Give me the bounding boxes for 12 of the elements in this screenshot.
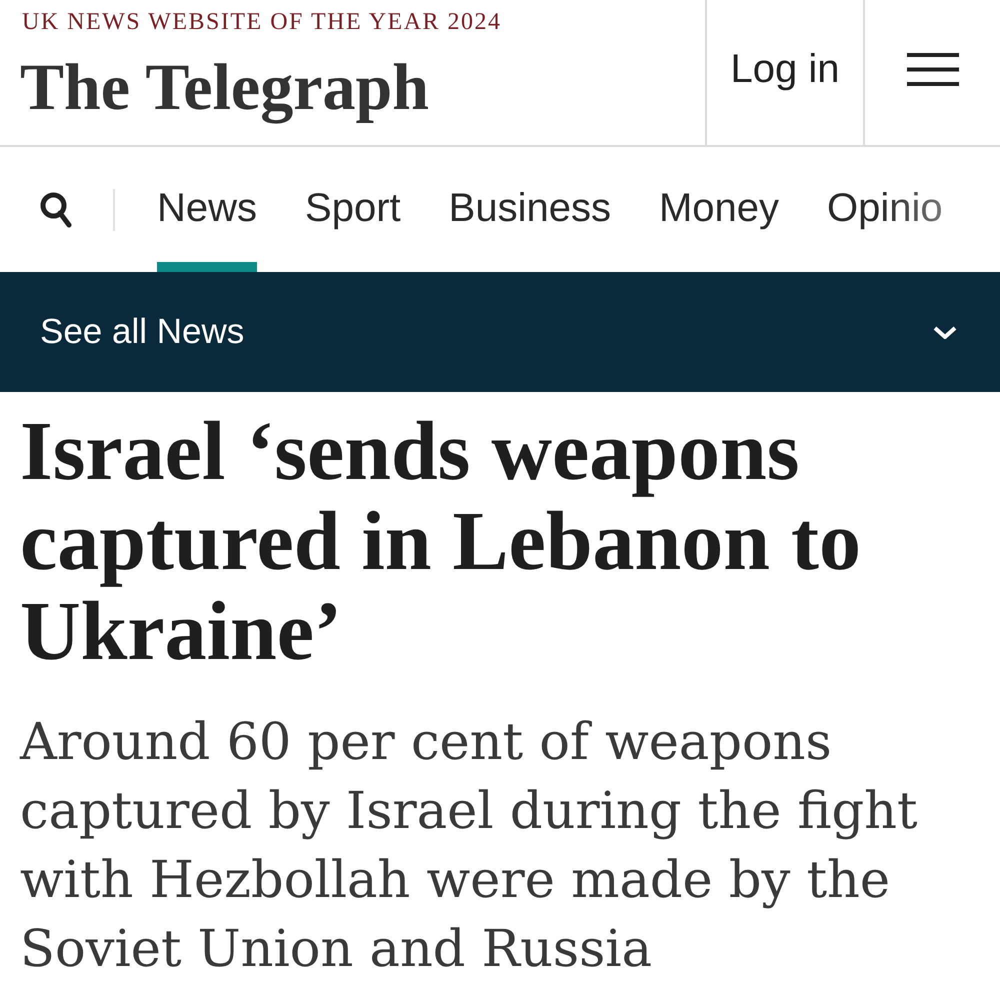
nav-tab[interactable]: Money xyxy=(658,147,780,272)
standfirst: Around 60 per cent of weapons captured by Israel during the fight with Hezbollah were made by the Soviet Union and Russia xyxy=(20,712,918,981)
section-dropdown[interactable]: See all News xyxy=(0,272,1000,392)
award-tagline: UK NEWS WEBSITE OF THE YEAR 2024 xyxy=(22,8,502,36)
search-icon xyxy=(40,192,72,228)
nav-tab[interactable]: Opinio xyxy=(827,147,943,272)
nav-tab[interactable]: Business xyxy=(448,147,611,272)
logo[interactable]: The Telegraph xyxy=(20,53,429,123)
search-button[interactable] xyxy=(40,192,72,228)
menu-icon xyxy=(906,53,958,86)
nav-tab[interactable]: Sport xyxy=(305,147,401,272)
headline: Israel ‘sends weapons captured in Lebanon to Ukraine’ xyxy=(20,407,862,677)
